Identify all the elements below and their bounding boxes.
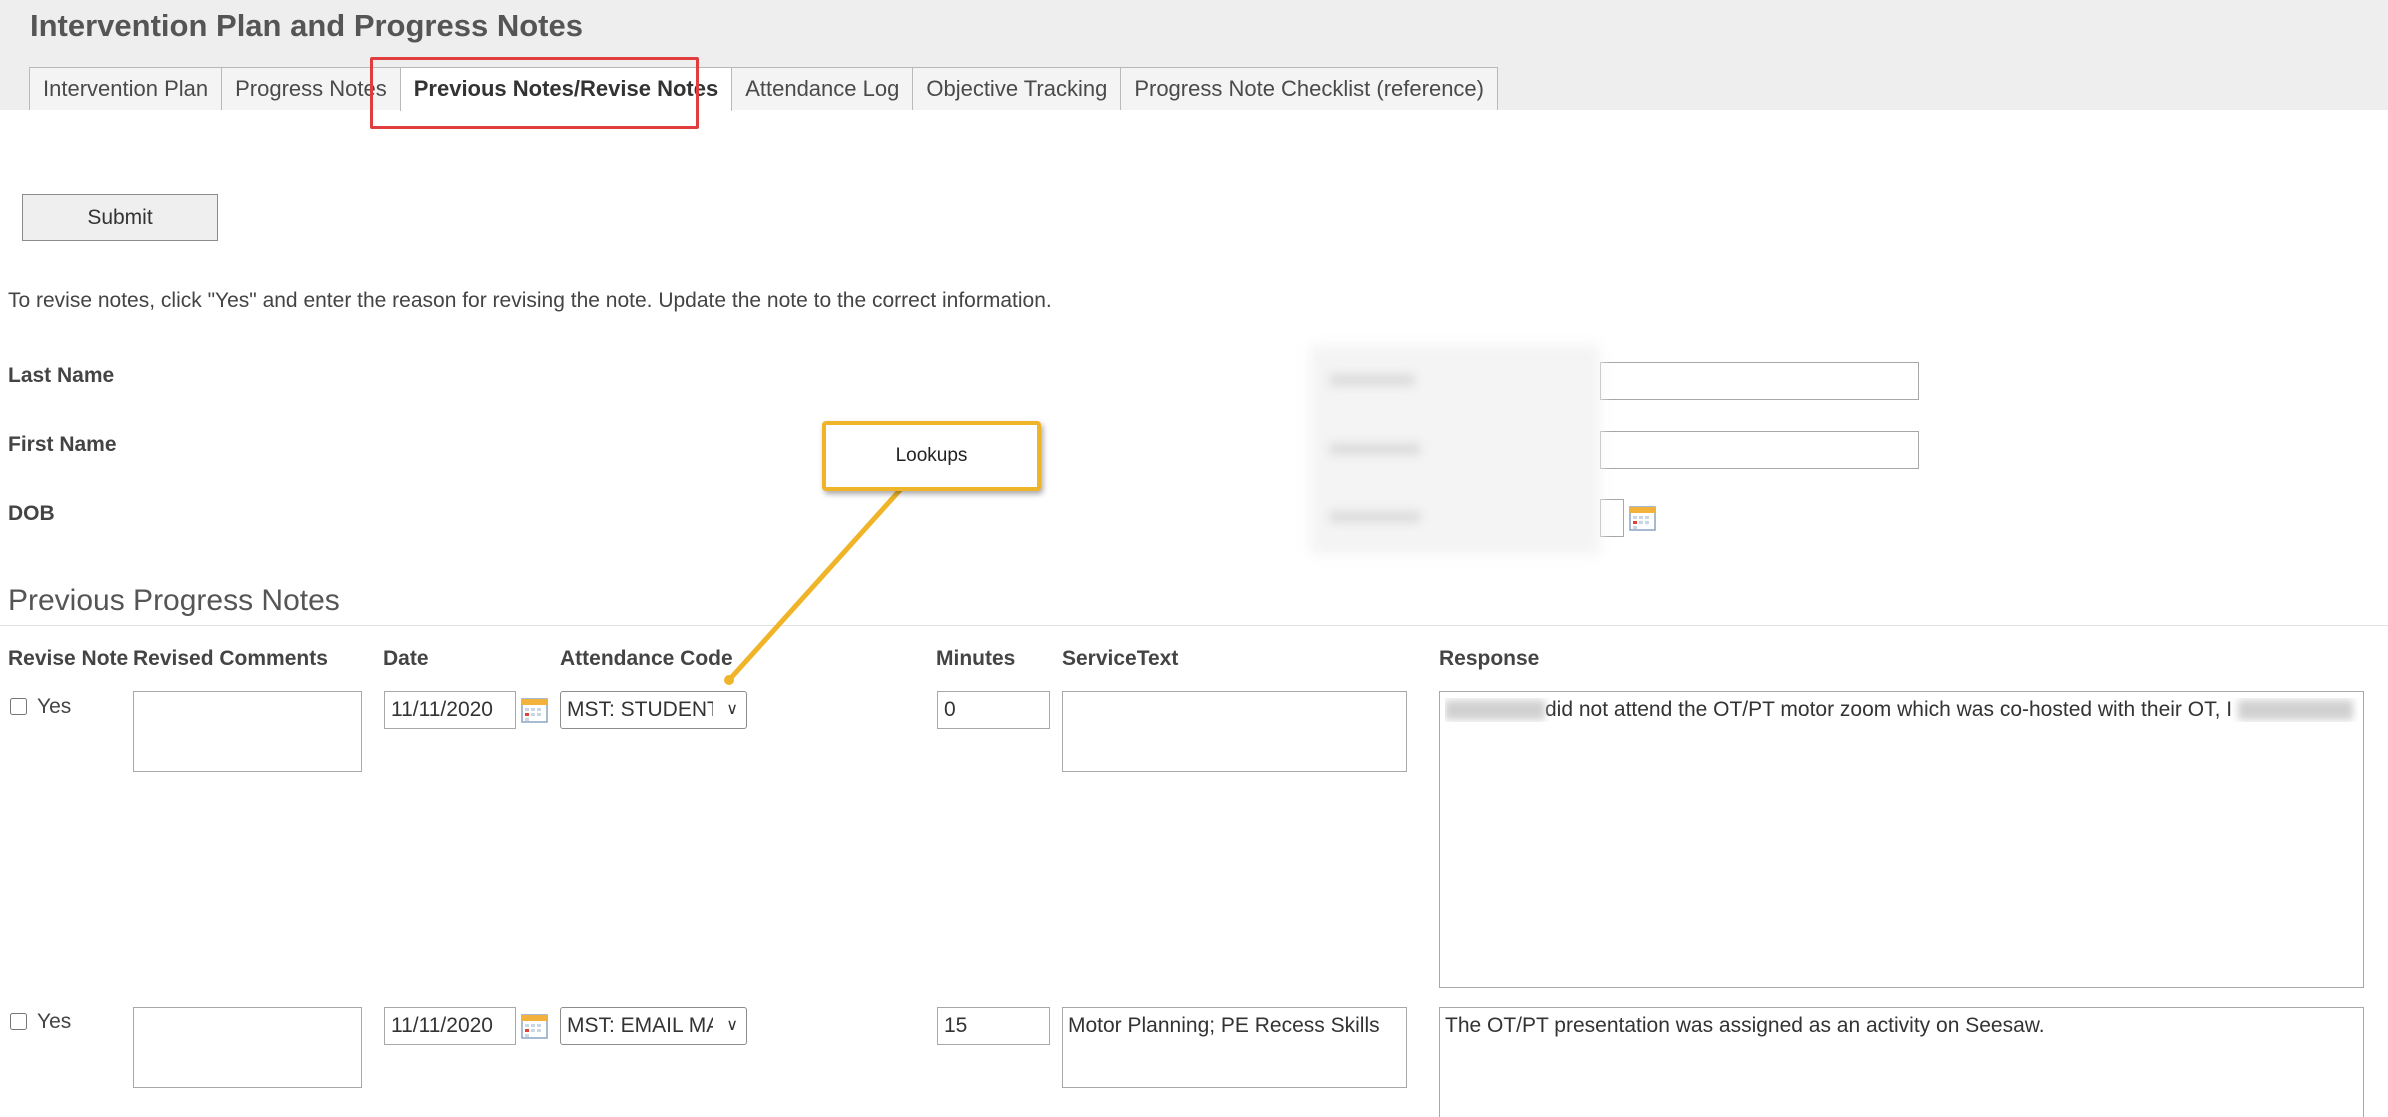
section-title: Previous Progress Notes xyxy=(8,584,340,617)
submit-button[interactable]: Submit xyxy=(22,194,218,241)
last-name-label: Last Name xyxy=(8,364,115,387)
minutes-field[interactable]: 15 xyxy=(937,1007,1050,1045)
redacted-teacher-name xyxy=(2238,700,2354,721)
service-text-field[interactable]: Motor Planning; PE Recess Skills xyxy=(1062,1007,1407,1088)
tab-previous-notes[interactable]: Previous Notes/Revise Notes xyxy=(399,67,733,111)
col-service-text: ServiceText xyxy=(1062,647,1179,670)
redacted-dob xyxy=(1330,512,1420,522)
date-calendar-icon[interactable] xyxy=(521,696,548,723)
response-field[interactable]: did not attend the OT/PT motor zoom whic… xyxy=(1439,691,2364,988)
date-field[interactable]: 11/11/2020 xyxy=(384,1007,516,1045)
col-date: Date xyxy=(383,647,429,670)
attendance-code-select[interactable]: MST: STUDENT ∨ xyxy=(560,691,747,729)
redacted-last-name xyxy=(1330,375,1415,385)
revised-comments-field[interactable] xyxy=(133,691,362,772)
attendance-code-select[interactable]: MST: EMAIL MA ∨ xyxy=(560,1007,747,1045)
chevron-down-icon: ∨ xyxy=(726,1017,738,1034)
col-response: Response xyxy=(1439,647,1540,670)
page-title: Intervention Plan and Progress Notes xyxy=(30,8,583,43)
section-divider xyxy=(0,625,2388,626)
col-revise-note: Revise Note xyxy=(8,647,129,670)
last-name-field[interactable] xyxy=(1600,362,1919,400)
date-field[interactable]: 11/11/2020 xyxy=(384,691,516,729)
response-text-line: did not attend the OT/PT motor zoom whic… xyxy=(1445,698,2358,722)
col-revised-comments: Revised Comments xyxy=(133,647,328,670)
instructions-text: To revise notes, click "Yes" and enter t… xyxy=(8,289,1052,312)
dob-label: DOB xyxy=(8,502,55,525)
first-name-field[interactable] xyxy=(1600,431,1919,469)
chevron-down-icon: ∨ xyxy=(726,701,738,718)
redacted-student-name xyxy=(1445,700,1545,721)
response-text: did not attend the OT/PT motor zoom whic… xyxy=(1545,698,2233,721)
dob-calendar-icon[interactable] xyxy=(1629,504,1656,531)
service-text-field[interactable] xyxy=(1062,691,1407,772)
redacted-first-name xyxy=(1330,444,1420,454)
response-field[interactable]: The OT/PT presentation was assigned as a… xyxy=(1439,1007,2364,1117)
yes-label: Yes xyxy=(37,695,72,718)
revised-comments-field[interactable] xyxy=(133,1007,362,1088)
revise-note-checkbox[interactable] xyxy=(10,698,27,715)
col-attendance-code: Attendance Code xyxy=(560,647,733,670)
date-calendar-icon[interactable] xyxy=(521,1012,548,1039)
tab-attendance-log[interactable]: Attendance Log xyxy=(731,67,914,110)
attendance-code-value: MST: STUDENT xyxy=(567,698,713,721)
dob-field[interactable] xyxy=(1600,499,1624,537)
yes-label: Yes xyxy=(37,1010,72,1033)
tab-objective-tracking[interactable]: Objective Tracking xyxy=(912,67,1122,110)
attendance-code-value: MST: EMAIL MA xyxy=(567,1014,713,1037)
revise-note-checkbox[interactable] xyxy=(10,1013,27,1030)
lookups-callout: Lookups xyxy=(822,421,1041,491)
first-name-label: First Name xyxy=(8,433,117,456)
minutes-field[interactable]: 0 xyxy=(937,691,1050,729)
tab-intervention-plan[interactable]: Intervention Plan xyxy=(29,67,223,110)
tab-progress-notes[interactable]: Progress Notes xyxy=(221,67,401,110)
col-minutes: Minutes xyxy=(936,647,1016,670)
tab-bar: Intervention Plan Progress Notes Previou… xyxy=(29,67,1498,111)
tab-progress-note-checklist[interactable]: Progress Note Checklist (reference) xyxy=(1120,67,1498,110)
